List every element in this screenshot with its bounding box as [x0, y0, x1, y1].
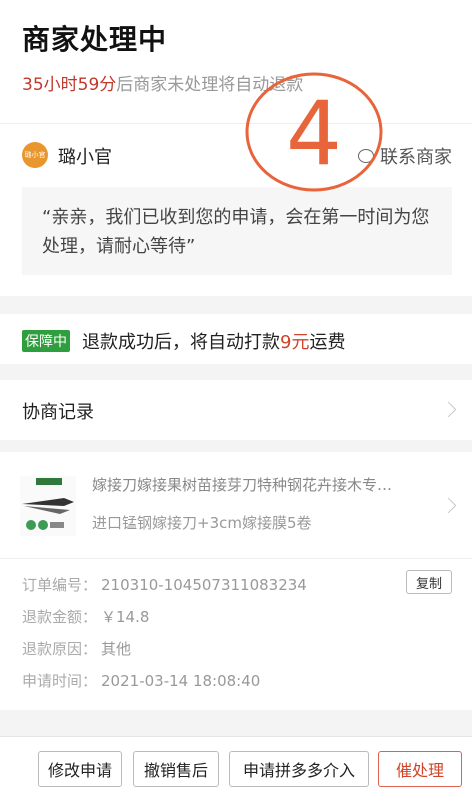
product-title[interactable]: 嫁接刀嫁接果树苗接芽刀特种钢花卉接木专… — [92, 474, 422, 495]
order-number: 210310-104507311083234 — [101, 576, 307, 594]
page-title: 商家处理中 — [22, 23, 168, 56]
negotiation-record-row[interactable]: 协商记录 — [0, 380, 472, 440]
contact-merchant-label: 联系商家 — [380, 147, 452, 168]
status-card: 商家处理中 35小时59分后商家未处理将自动退款 璐小官 璐小官 联系商家 “亲… — [0, 0, 472, 296]
guarantee-text-after: 运费 — [309, 332, 346, 353]
urge-processing-button[interactable]: 催处理 — [378, 751, 462, 787]
merchant-name: 璐小官 — [58, 147, 112, 168]
merchant-message-box: “亲亲，我们已收到您的申请，会在第一时间为您处理，请耐心等待” — [22, 187, 452, 275]
order-number-label: 订单编号： — [22, 576, 98, 594]
annotation-mark: 4 — [286, 82, 342, 185]
refund-amount-label: 退款金额： — [22, 608, 98, 626]
request-intervention-button[interactable]: 申请拼多多介入 — [229, 751, 369, 787]
apply-time-label: 申请时间： — [22, 672, 98, 690]
chevron-right-icon[interactable] — [440, 497, 457, 514]
product-thumbnail[interactable] — [20, 476, 76, 536]
divider — [0, 558, 472, 559]
refund-amount: ￥14.8 — [101, 608, 150, 626]
order-card: 嫁接刀嫁接果树苗接芽刀特种钢花卉接木专… 进口锰钢嫁接刀+3cm嫁接膜5卷 订单… — [0, 452, 472, 710]
chevron-right-icon — [440, 401, 457, 418]
handwritten-annotation: 4 — [245, 72, 383, 192]
apply-time: 2021-03-14 18:08:40 — [101, 672, 261, 690]
product-spec: 进口锰钢嫁接刀+3cm嫁接膜5卷 — [92, 514, 312, 532]
guarantee-badge: 保障中 — [22, 330, 70, 352]
countdown-time: 35小时59分 — [22, 75, 117, 95]
refund-amount-row: 退款金额： ￥14.8 — [22, 606, 149, 627]
refund-reason-label: 退款原因： — [22, 640, 98, 658]
freight-amount: 9元 — [280, 332, 310, 353]
bottom-action-bar: 修改申请 撤销售后 申请拼多多介入 催处理 — [0, 736, 472, 801]
guarantee-text-before: 退款成功后，将自动打款 — [82, 332, 280, 353]
divider — [0, 123, 472, 124]
cancel-aftersale-button[interactable]: 撤销售后 — [133, 751, 219, 787]
guarantee-text: 退款成功后，将自动打款9元运费 — [82, 328, 345, 354]
merchant-avatar: 璐小官 — [22, 142, 48, 168]
refund-reason-row: 退款原因： 其他 — [22, 638, 131, 659]
guarantee-card: 保障中 退款成功后，将自动打款9元运费 — [0, 314, 472, 364]
merchant-row: 璐小官 璐小官 联系商家 — [22, 140, 452, 170]
merchant-message: “亲亲，我们已收到您的申请，会在第一时间为您处理，请耐心等待” — [42, 207, 430, 257]
modify-request-button[interactable]: 修改申请 — [38, 751, 122, 787]
avatar-text: 璐小官 — [24, 151, 46, 159]
apply-time-row: 申请时间： 2021-03-14 18:08:40 — [22, 670, 260, 691]
negotiation-label: 协商记录 — [22, 402, 94, 423]
order-number-row: 订单编号： 210310-104507311083234 — [22, 574, 307, 595]
refund-reason: 其他 — [101, 640, 132, 658]
copy-button[interactable]: 复制 — [406, 570, 452, 594]
